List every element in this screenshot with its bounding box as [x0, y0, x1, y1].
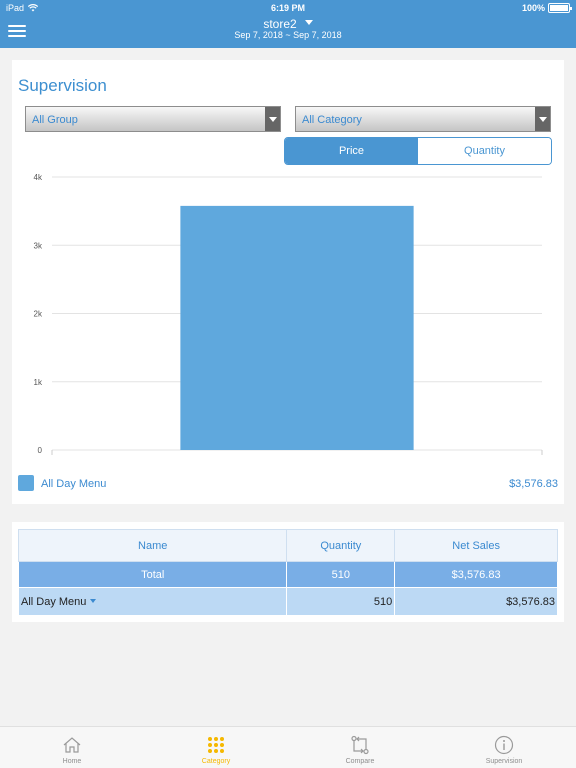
supervision-card: Supervision All Group All Category Price… [12, 60, 564, 504]
tab-label: Category [201, 758, 231, 765]
dropdown-arrow-icon [265, 107, 280, 131]
total-name: Total [17, 561, 288, 588]
status-bar: iPad 6:19 PM 100% [0, 0, 576, 16]
tab-compare[interactable]: Compare [288, 727, 432, 768]
date-range[interactable]: Sep 7, 2018 ~ Sep 7, 2018 [0, 30, 576, 40]
table-row[interactable]: All Day Menu 510 $3,576.83 [17, 587, 558, 616]
tab-bar: Home Category Compare Supervision [0, 726, 576, 768]
chevron-down-icon [304, 20, 313, 25]
tab-category[interactable]: Category [144, 727, 288, 768]
group-select[interactable]: All Group [25, 106, 281, 132]
table-total-row: Total 510 $3,576.83 [17, 561, 558, 588]
y-tick-label: 4k [34, 173, 43, 182]
tab-label: Supervision [485, 758, 523, 765]
column-header-quantity: Quantity [286, 529, 396, 562]
legend-label: All Day Menu [41, 478, 107, 490]
nav-bar: store2 Sep 7, 2018 ~ Sep 7, 2018 [0, 16, 576, 48]
total-net-sales: $3,576.83 [394, 561, 558, 588]
dropdown-arrow-icon [535, 107, 550, 131]
battery-percent: 100% [521, 3, 545, 13]
tab-supervision[interactable]: Supervision [432, 727, 576, 768]
tab-label: Compare [345, 758, 375, 765]
status-time: 6:19 PM [270, 3, 305, 13]
store-selector[interactable]: store2 [0, 17, 576, 31]
tab-label: Home [62, 758, 82, 765]
row-name: All Day Menu [21, 595, 87, 608]
row-name-cell[interactable]: All Day Menu [17, 587, 288, 616]
category-select-value: All Category [302, 114, 362, 126]
summary-table: Name Quantity Net Sales Total 510 $3,576… [17, 529, 558, 616]
quantity-toggle-button[interactable]: Quantity [418, 138, 551, 164]
total-quantity: 510 [286, 561, 396, 588]
row-quantity: 510 [286, 587, 396, 616]
bar-chart: 0 1k 2k 3k 4k [34, 173, 543, 455]
metric-toggle: Price Quantity [284, 137, 552, 165]
tab-home[interactable]: Home [0, 727, 144, 768]
group-select-value: All Group [32, 114, 78, 126]
row-net-sales: $3,576.83 [394, 587, 558, 616]
compare-icon [351, 735, 369, 755]
chevron-down-icon [90, 598, 97, 603]
y-tick-label: 1k [34, 378, 43, 387]
category-select[interactable]: All Category [295, 106, 551, 132]
price-toggle-button[interactable]: Price [285, 138, 418, 164]
summary-card: Name Quantity Net Sales Total 510 $3,576… [12, 522, 564, 622]
legend-swatch [18, 475, 34, 491]
store-name: store2 [263, 17, 297, 31]
column-header-name: Name [17, 529, 288, 562]
table-header-row: Name Quantity Net Sales [17, 529, 558, 562]
y-tick-label: 0 [38, 446, 43, 455]
home-icon [63, 737, 81, 753]
chart-legend: All Day Menu $3,576.83 [18, 475, 558, 493]
y-tick-label: 3k [34, 241, 43, 250]
column-header-net-sales: Net Sales [394, 529, 558, 562]
battery-icon [548, 3, 572, 13]
bar [180, 205, 414, 450]
legend-value: $3,576.83 [509, 478, 558, 490]
y-tick-label: 2k [34, 310, 43, 319]
status-right: 100% [521, 3, 572, 13]
grid-icon [208, 737, 224, 753]
page-title: Supervision [18, 76, 107, 95]
info-icon [494, 735, 514, 755]
